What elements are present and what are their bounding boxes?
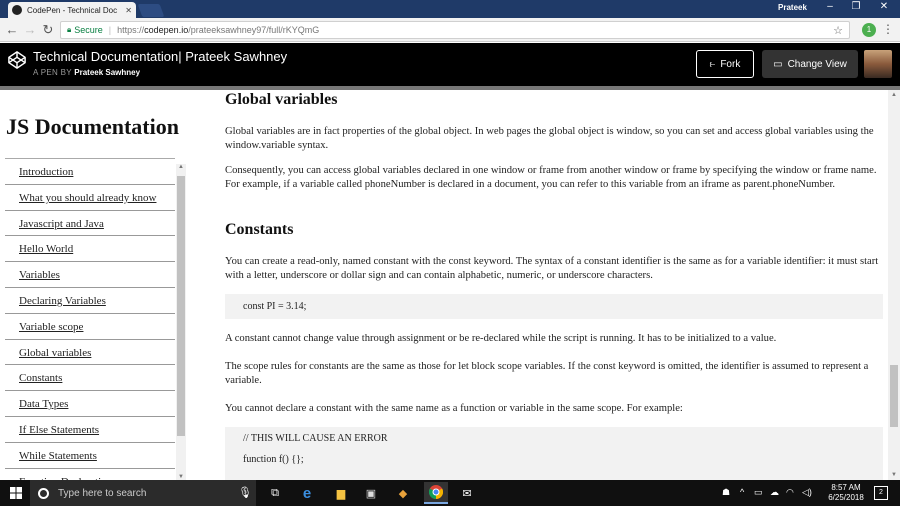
pen-author-line: A PEN BY Prateek Sawhney	[33, 68, 140, 77]
wifi-icon[interactable]: ◠	[786, 487, 794, 498]
battery-icon[interactable]: ▭	[754, 487, 763, 498]
nav-link-what-you-should-know[interactable]: What you should already know	[5, 185, 175, 211]
microphone-icon[interactable]: 🎙︎	[238, 486, 252, 499]
tab-title: CodePen - Technical Doc	[27, 5, 118, 15]
volume-icon[interactable]: ◁)	[802, 487, 812, 498]
new-tab-button[interactable]	[137, 4, 165, 17]
mail-icon[interactable]: ✉	[458, 484, 476, 502]
close-window-icon[interactable]: ✕	[872, 1, 896, 12]
global-variables-paragraph-1: Global variables are in fact properties …	[225, 126, 874, 151]
global-variables-paragraph-2: Consequently, you can access global vari…	[225, 165, 877, 190]
browser-tab[interactable]: CodePen - Technical Doc ✕	[8, 2, 136, 18]
url-protocol: https://	[117, 25, 145, 35]
file-explorer-icon[interactable]: ▆	[332, 484, 350, 502]
nav-link-while[interactable]: While Statements	[5, 443, 175, 469]
nav-link-if-else[interactable]: If Else Statements	[5, 417, 175, 443]
change-view-label: Change View	[787, 58, 847, 70]
change-view-button[interactable]: ▭ Change View	[762, 50, 858, 78]
notifications-icon[interactable]: 2	[874, 486, 888, 500]
taskbar-search-box[interactable]: Type here to search	[30, 480, 256, 506]
browser-menu-icon[interactable]: ⋮	[882, 22, 894, 36]
pen-by-label: A PEN BY	[33, 68, 72, 77]
nav-link-function-declarations[interactable]: Function Declarations	[5, 469, 175, 480]
codepen-header: Technical Documentation| Prateek Sawhney…	[0, 43, 900, 86]
separator: |	[108, 25, 112, 35]
reload-icon[interactable]: ↻	[40, 22, 56, 38]
profile-name[interactable]: Prateek	[778, 3, 807, 12]
restore-icon[interactable]: ❐	[844, 1, 868, 12]
codepen-logo-icon[interactable]	[8, 51, 26, 69]
url-path: /prateeksawhney97/full/rKYQmG	[188, 25, 320, 35]
fork-button[interactable]: ⥼ Fork	[696, 50, 754, 78]
nav-link-introduction[interactable]: Introduction	[5, 159, 175, 185]
code-block-error-example: // THIS WILL CAUSE AN ERROR function f()…	[225, 427, 883, 480]
global-variables-heading: Global variables	[225, 91, 338, 108]
constants-paragraph-2: A constant cannot change value through a…	[225, 333, 777, 344]
system-clock[interactable]: 8:57 AM 6/25/2018	[824, 483, 868, 503]
constants-paragraph-4: You cannot declare a constant with the s…	[225, 403, 683, 414]
pen-title: Technical Documentation| Prateek Sawhney	[33, 49, 288, 64]
nav-link-hello-world[interactable]: Hello World	[5, 236, 175, 263]
main-content: Global variables Global variables are in…	[225, 90, 885, 480]
code-line: const PI = 3.14;	[243, 301, 307, 312]
forward-icon[interactable]: →	[22, 22, 38, 38]
clock-time: 8:57 AM	[831, 483, 861, 492]
nav-link-variables[interactable]: Variables	[5, 262, 175, 288]
nav-link-constants[interactable]: Constants	[5, 365, 175, 392]
avatar[interactable]	[864, 50, 892, 78]
page-scroll-thumb[interactable]	[890, 365, 898, 427]
scroll-up-icon[interactable]: ▲	[888, 92, 900, 98]
store-icon[interactable]: ▣	[362, 484, 380, 502]
cortana-icon	[38, 487, 49, 499]
cloud-icon[interactable]: ☁	[770, 487, 779, 498]
page-scrollbar[interactable]: ▲ ▼	[888, 90, 900, 480]
constants-heading: Constants	[225, 221, 294, 238]
bookmark-star-icon[interactable]: ☆	[833, 24, 843, 37]
nav-link-declaring-variables[interactable]: Declaring Variables	[5, 288, 175, 314]
windows-taskbar: Type here to search 🎙︎ ⧉ e ▆ ▣ ◆ ✉ ☗ ^ ▭…	[0, 480, 900, 506]
code-line: // THIS WILL CAUSE AN ERROR	[243, 433, 388, 444]
chrome-logo-icon	[429, 485, 443, 499]
codepen-favicon-icon	[12, 5, 22, 15]
fork-icon: ⥼	[709, 58, 716, 70]
people-icon[interactable]: ☗	[722, 487, 730, 498]
sublime-icon[interactable]: ◆	[394, 484, 412, 502]
fork-label: Fork	[720, 58, 741, 70]
nav-link-javascript-and-java[interactable]: Javascript and Java	[5, 211, 175, 237]
constants-paragraph-3: The scope rules for constants are the sa…	[225, 361, 869, 386]
minimize-icon[interactable]: –	[818, 1, 842, 12]
constants-paragraph-1: You can create a read-only, named consta…	[225, 256, 879, 281]
scroll-up-icon[interactable]: ▲	[176, 164, 186, 170]
pen-author-link[interactable]: Prateek Sawhney	[74, 68, 140, 77]
nav-link-variable-scope[interactable]: Variable scope	[5, 314, 175, 340]
back-icon[interactable]: ←	[4, 22, 20, 38]
nav-link-data-types[interactable]: Data Types	[5, 391, 175, 417]
nav-link-global-variables[interactable]: Global variables	[5, 340, 175, 366]
url-host: codepen.io	[144, 25, 189, 35]
address-bar[interactable]: 🔒︎ Secure | https:// codepen.io /prateek…	[60, 21, 850, 39]
task-view-icon[interactable]: ⧉	[266, 484, 284, 502]
tab-close-icon[interactable]: ✕	[125, 6, 132, 15]
lock-icon: 🔒︎	[67, 25, 72, 34]
sidebar-scrollbar[interactable]: ▲ ▼	[176, 164, 186, 480]
sidebar-nav: Introduction What you should already kno…	[5, 158, 175, 480]
code-block: const PI = 3.14;	[225, 294, 883, 319]
sidebar-scroll-thumb[interactable]	[177, 176, 185, 436]
code-line: function f() {};	[243, 454, 304, 465]
edge-icon[interactable]: e	[298, 484, 316, 502]
extension-icon[interactable]: 1	[862, 23, 876, 37]
sidebar-title: JS Documentation	[6, 114, 179, 139]
search-placeholder: Type here to search	[58, 487, 147, 499]
clock-date: 6/25/2018	[828, 493, 864, 502]
tray-up-arrow-icon[interactable]: ^	[740, 487, 744, 497]
layout-icon: ▭	[773, 58, 783, 70]
browser-title-bar: CodePen - Technical Doc ✕ Prateek – ❐ ✕	[0, 0, 900, 18]
secure-label: Secure	[74, 25, 103, 35]
windows-start-icon[interactable]	[10, 487, 22, 499]
scroll-down-icon[interactable]: ▼	[888, 472, 900, 478]
browser-toolbar: ← → ↻ 🔒︎ Secure | https:// codepen.io /p…	[0, 18, 900, 42]
chrome-icon[interactable]	[424, 482, 448, 504]
